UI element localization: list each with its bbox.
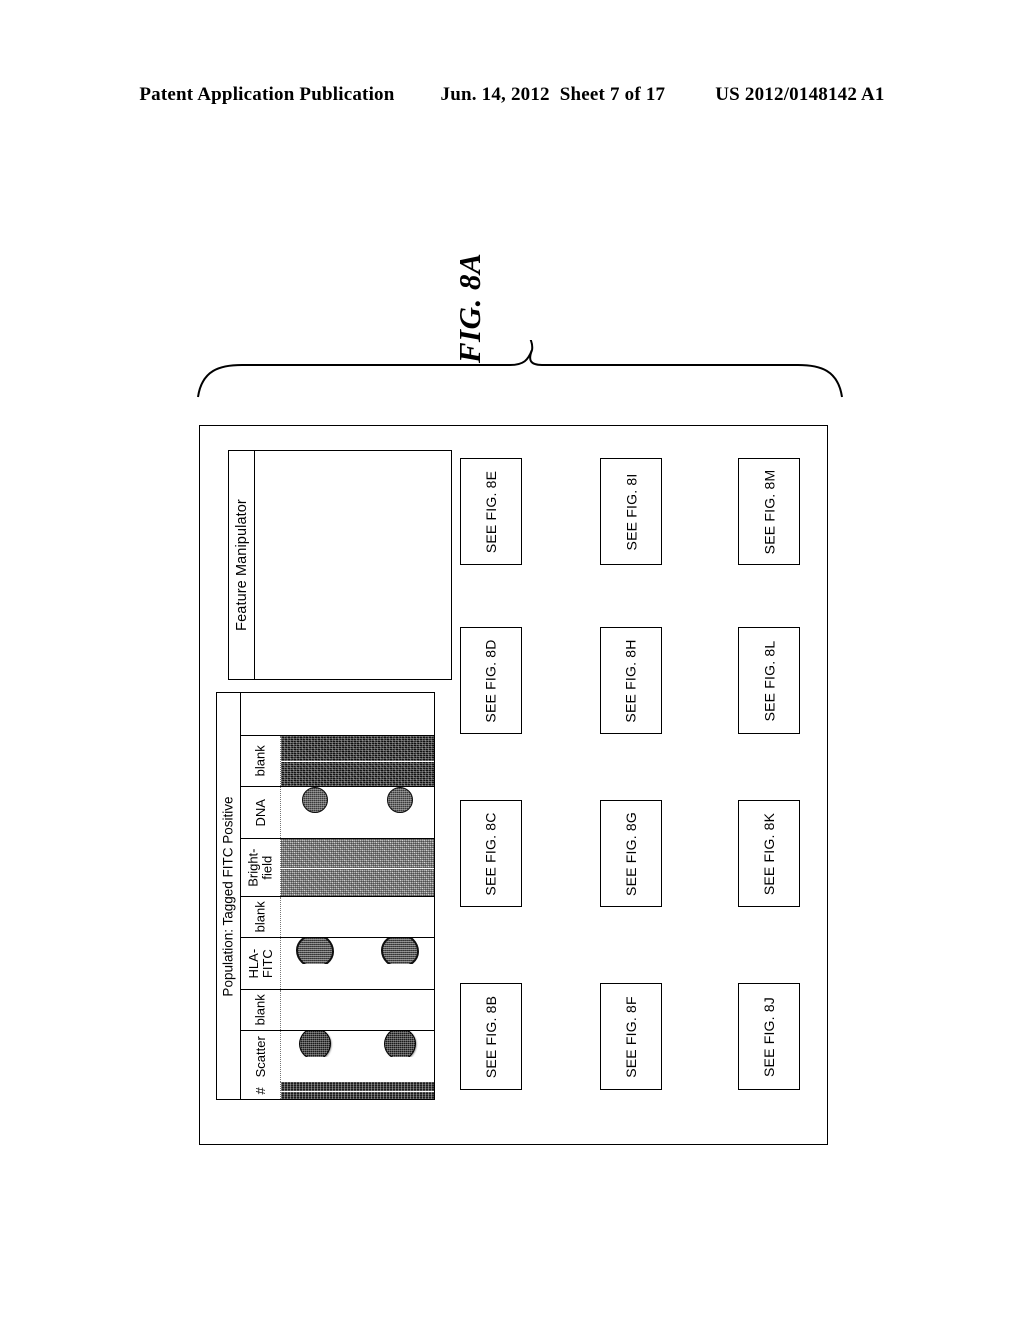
column-header-hla-fitc-text: HLA- FITC (245, 948, 275, 979)
see-fig-box-8h[interactable]: SEE FIG. 8H (600, 627, 662, 734)
table-row[interactable] (281, 938, 434, 964)
population-table-title-text: Population: Tagged FITC Positive (221, 795, 236, 997)
brace-left-arm (197, 349, 533, 398)
see-fig-box-8g-label: SEE FIG. 8G (623, 811, 640, 896)
cell-image-hla-fitc (381, 938, 420, 964)
see-fig-box-8d-label: SEE FIG. 8D (483, 638, 499, 723)
see-fig-box-8l[interactable]: SEE FIG. 8L (738, 627, 800, 734)
table-row[interactable] (281, 917, 434, 937)
feature-manipulator-titlebar[interactable]: Feature Manipulator (229, 451, 255, 679)
column-header-brightfield[interactable]: Bright- field (241, 839, 281, 896)
column-cells-blank-2 (281, 897, 434, 937)
table-row[interactable] (281, 1031, 434, 1057)
table-column-number[interactable]: # (241, 1082, 434, 1099)
cell-image-scatter (299, 1031, 330, 1057)
column-cells-number (281, 1082, 434, 1099)
see-fig-box-8f-label: SEE FIG. 8F (623, 995, 639, 1078)
table-row[interactable] (281, 963, 434, 989)
column-cells-hla-fitc (281, 938, 434, 989)
column-header-brightfield-text: Bright- field (245, 848, 275, 887)
header-date-text: Jun. 14, 2012 (440, 84, 550, 105)
table-row[interactable] (281, 867, 434, 896)
table-column-scatter[interactable]: Scatter (241, 1030, 434, 1082)
table-row[interactable] (281, 787, 434, 813)
column-cells-brightfield (281, 839, 434, 896)
feature-manipulator-title-text: Feature Manipulator (233, 499, 250, 631)
patent-header: Patent Application Publication Jun. 14, … (0, 84, 1024, 106)
see-fig-box-8e-label: SEE FIG. 8E (483, 470, 499, 553)
column-cells-blank-3 (281, 736, 434, 786)
table-row[interactable] (281, 839, 434, 868)
table-column-hla-fitc[interactable]: HLA- FITC (241, 937, 434, 989)
see-fig-box-8d[interactable]: SEE FIG. 8D (460, 627, 522, 734)
see-fig-box-8i-label: SEE FIG. 8I (623, 473, 640, 550)
table-row[interactable] (281, 1056, 434, 1082)
column-header-hla-fitc[interactable]: HLA- FITC (241, 938, 281, 989)
see-fig-box-8k[interactable]: SEE FIG. 8K (738, 800, 800, 907)
table-column-brightfield[interactable]: Bright- field (241, 838, 434, 896)
cell-image-hla-fitc (295, 938, 334, 964)
table-column-blank-2[interactable]: blank (241, 896, 434, 937)
cell-image-dna (301, 787, 328, 813)
column-header-dna-text: DNA (252, 798, 268, 827)
table-row[interactable] (281, 1010, 434, 1030)
see-fig-box-8k-label: SEE FIG. 8K (761, 812, 777, 895)
table-column-blank-3[interactable]: blank (241, 735, 434, 786)
table-row[interactable] (281, 812, 434, 838)
brace-right-arm (529, 349, 843, 398)
see-fig-box-8m[interactable]: SEE FIG. 8M (738, 458, 800, 565)
see-fig-box-8e[interactable]: SEE FIG. 8E (460, 458, 522, 565)
see-fig-box-8j[interactable]: SEE FIG. 8J (738, 983, 800, 1090)
header-patent-number: US 2012/0148142 A1 (715, 84, 885, 105)
column-cells-dna (281, 787, 434, 838)
see-fig-box-8b-label: SEE FIG. 8B (483, 995, 499, 1078)
column-header-scatter[interactable]: Scatter (241, 1031, 281, 1082)
cell-image-scatter (385, 1031, 416, 1057)
table-row[interactable] (281, 1082, 434, 1091)
table-column-dna[interactable]: DNA (241, 786, 434, 838)
see-fig-box-8f[interactable]: SEE FIG. 8F (600, 983, 662, 1090)
see-fig-box-8h-label: SEE FIG. 8H (623, 638, 639, 723)
cell-image-dna (387, 787, 414, 813)
column-header-blank-1[interactable]: blank (241, 990, 281, 1030)
feature-manipulator-panel[interactable]: Feature Manipulator (228, 450, 452, 680)
column-header-blank-3-text: blank (252, 745, 268, 777)
see-fig-box-8j-label: SEE FIG. 8J (761, 996, 777, 1077)
see-fig-box-8c-label: SEE FIG. 8C (483, 811, 499, 896)
header-sheet-text: Sheet 7 of 17 (559, 84, 666, 105)
table-row[interactable] (281, 897, 434, 917)
column-header-blank-1-text: blank (252, 994, 268, 1026)
table-row[interactable] (281, 1090, 434, 1099)
column-cells-blank-1 (281, 990, 434, 1030)
column-header-blank-2[interactable]: blank (241, 897, 281, 937)
column-cells-scatter (281, 1031, 434, 1082)
column-header-blank-2-text: blank (252, 901, 268, 933)
table-row[interactable] (281, 736, 434, 761)
see-fig-box-8m-label: SEE FIG. 8M (761, 469, 778, 554)
column-header-number[interactable]: # (241, 1082, 281, 1099)
see-fig-box-8b[interactable]: SEE FIG. 8B (460, 983, 522, 1090)
see-fig-box-8c[interactable]: SEE FIG. 8C (460, 800, 522, 907)
header-publication-text: Patent Application Publication (139, 84, 395, 105)
table-row[interactable] (281, 990, 434, 1010)
see-fig-box-8l-label: SEE FIG. 8L (761, 640, 778, 721)
column-header-dna[interactable]: DNA (241, 787, 281, 838)
column-header-scatter-text: Scatter (252, 1035, 268, 1078)
see-fig-box-8i[interactable]: SEE FIG. 8I (600, 458, 662, 565)
table-row[interactable] (281, 761, 434, 786)
column-header-blank-3[interactable]: blank (241, 736, 281, 786)
population-data-table[interactable]: Population: Tagged FITC Positive # Scatt… (216, 692, 435, 1100)
feature-manipulator-body[interactable] (255, 451, 451, 679)
see-fig-box-8g[interactable]: SEE FIG. 8G (600, 800, 662, 907)
population-table-grid: # Scatter blank HLA- FITC blank Bright- … (241, 693, 434, 1099)
table-column-blank-1[interactable]: blank (241, 989, 434, 1030)
population-table-titlebar[interactable]: Population: Tagged FITC Positive (217, 693, 241, 1099)
brace-leader-tail (529, 340, 534, 351)
column-header-number-text: # (252, 1086, 268, 1095)
